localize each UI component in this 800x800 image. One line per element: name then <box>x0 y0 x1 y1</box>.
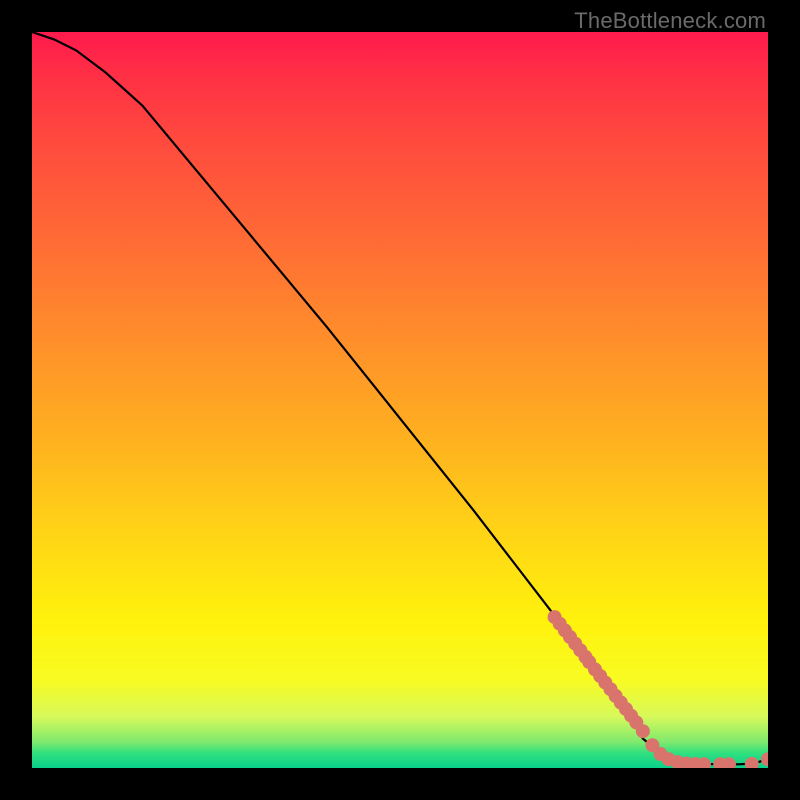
chart-overlay <box>32 32 768 768</box>
bottleneck-curve <box>32 32 768 764</box>
marker-dot <box>745 757 759 768</box>
chart-frame: TheBottleneck.com <box>0 0 800 800</box>
marker-dot <box>636 724 650 738</box>
marker-dot <box>761 752 768 766</box>
watermark-text: TheBottleneck.com <box>574 8 766 34</box>
marker-dots <box>548 610 768 768</box>
